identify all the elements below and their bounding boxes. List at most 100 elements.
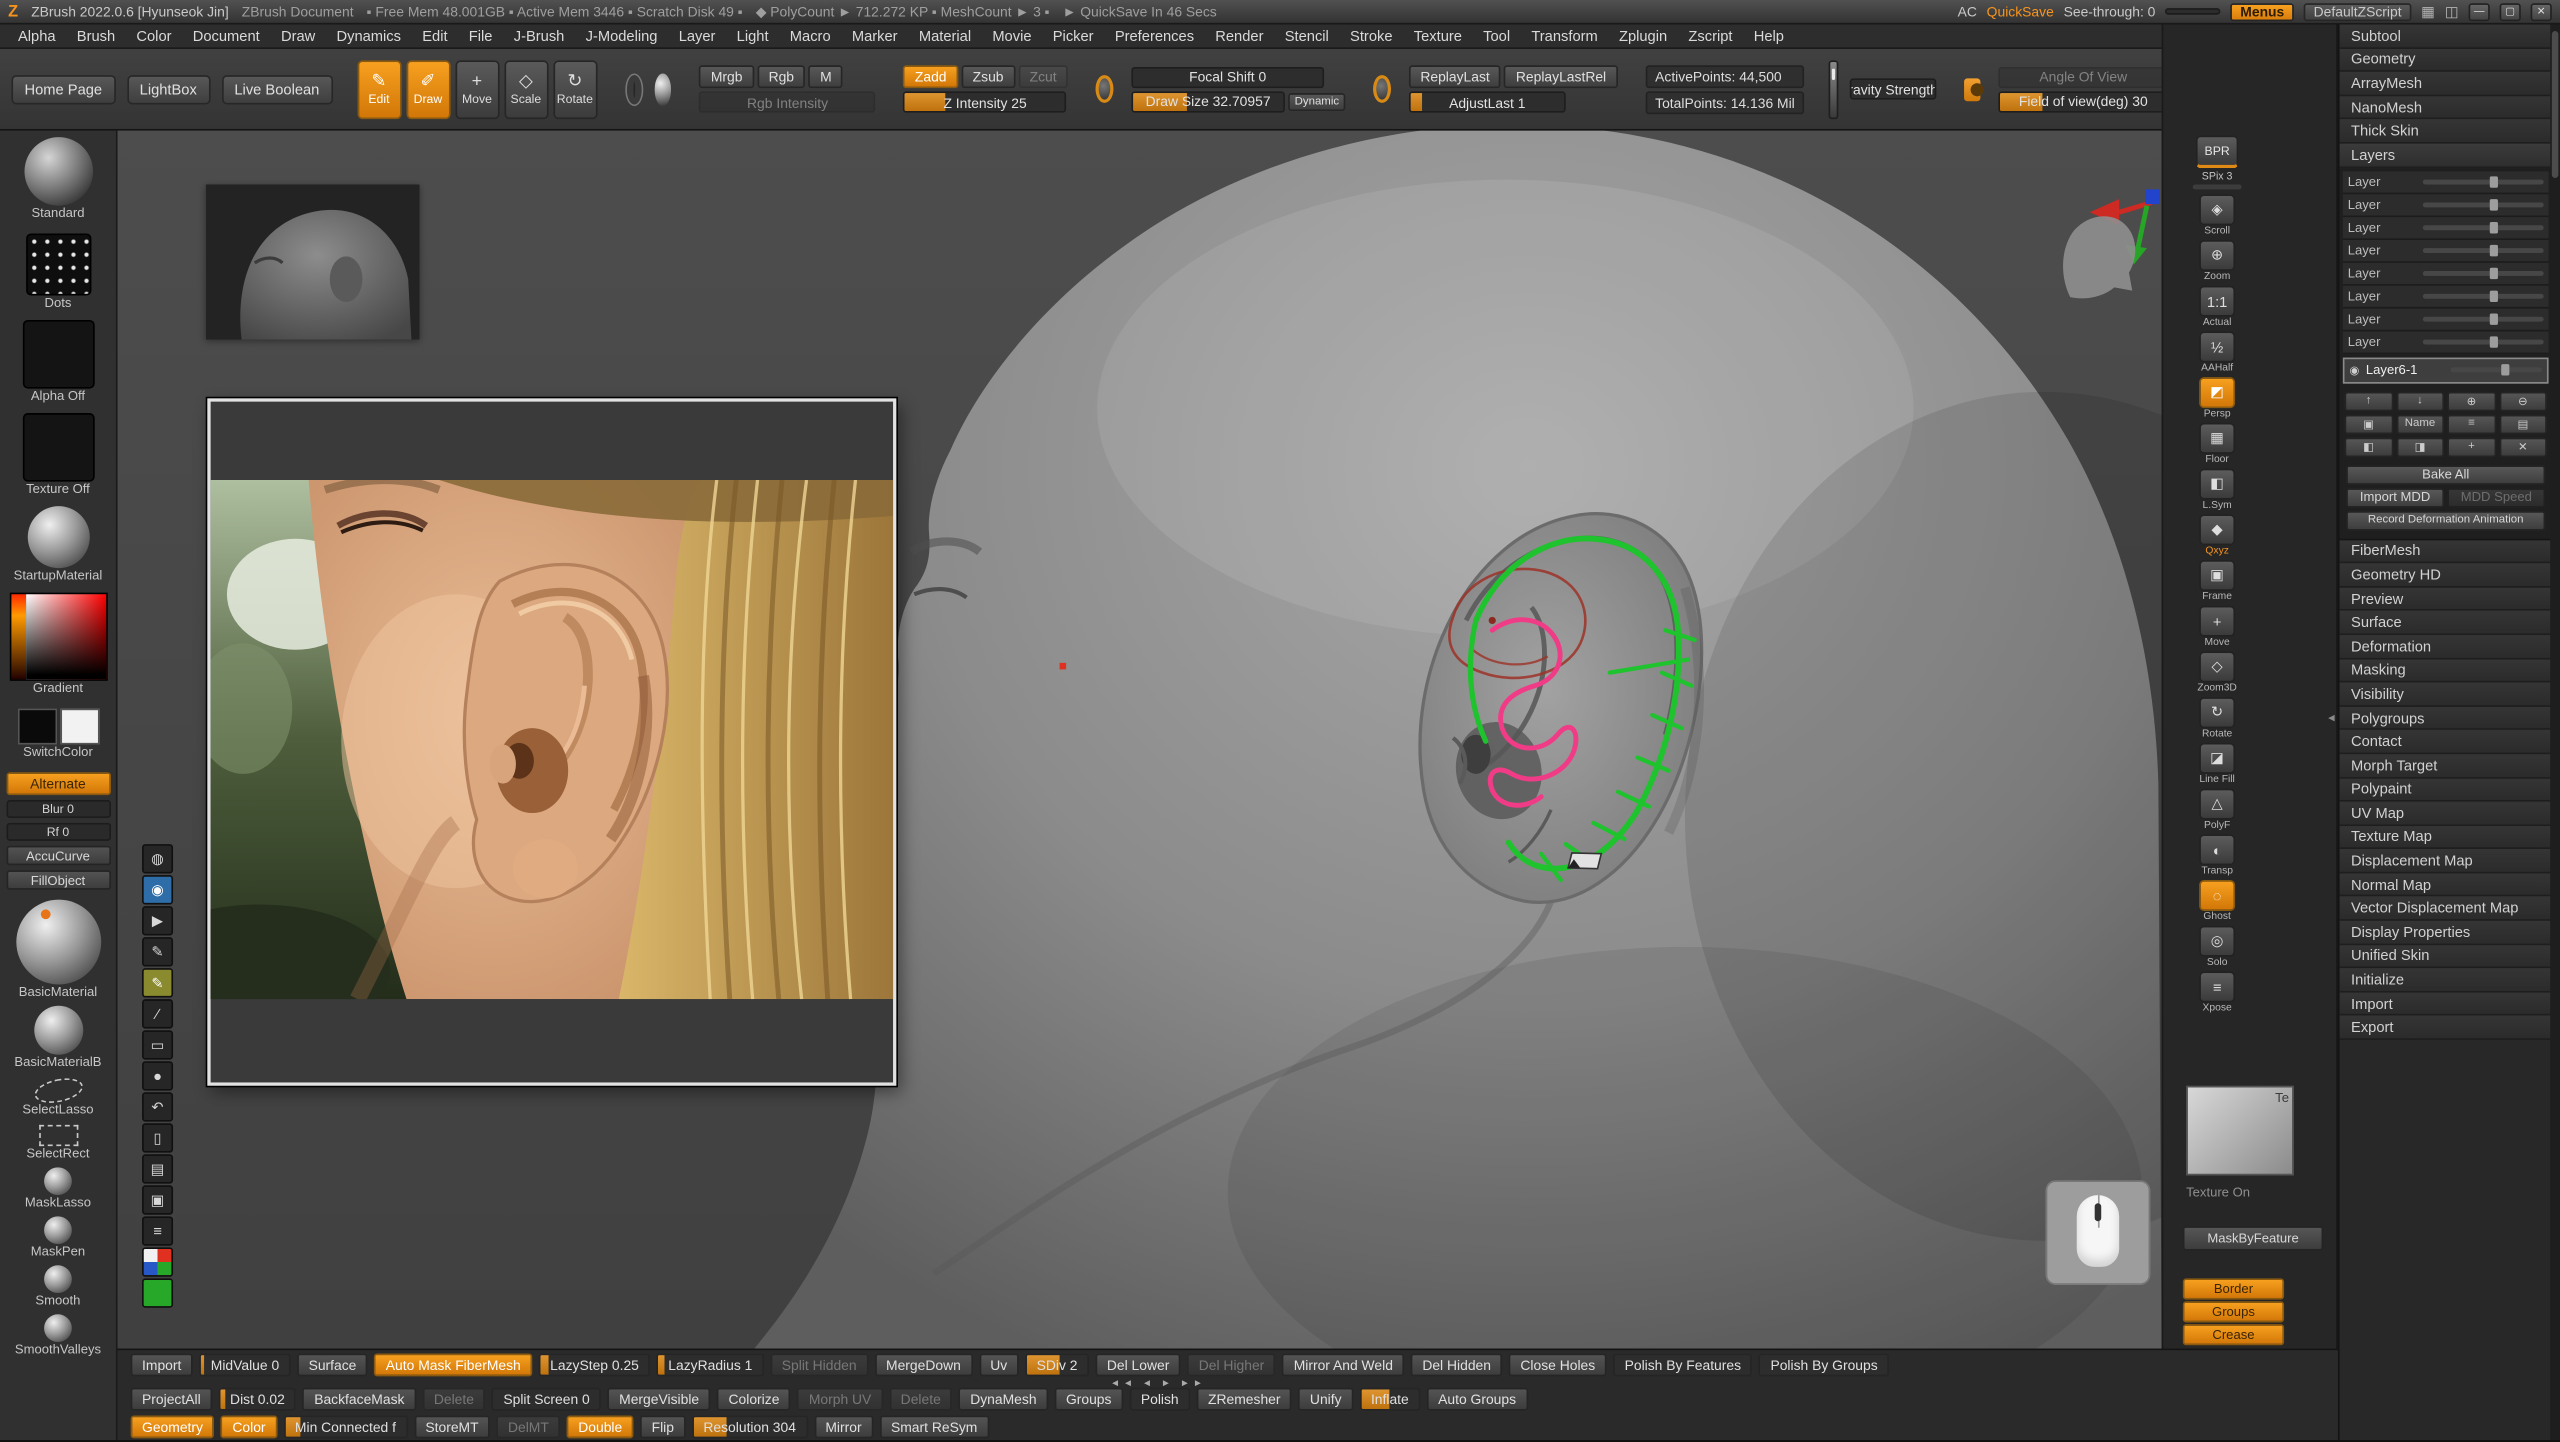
reference-image-panel[interactable] xyxy=(207,398,896,1085)
spix-slider[interactable]: SPix 3 xyxy=(2193,171,2242,189)
layer-intensity-slider[interactable] xyxy=(2423,316,2544,321)
menu-item[interactable]: Help xyxy=(1754,28,1784,44)
palette-header[interactable]: NanoMesh xyxy=(2340,96,2552,120)
basic-material-icon[interactable] xyxy=(16,900,101,985)
menu-item[interactable]: J-Modeling xyxy=(586,28,658,44)
selected-layer-row[interactable]: ◉ Layer6-1 xyxy=(2343,357,2549,383)
bottom-bar-item[interactable]: Auto Mask FiberMesh xyxy=(374,1353,532,1376)
z-intensity-slider[interactable]: Z Intensity 25 xyxy=(903,91,1066,112)
layer-tool-button[interactable]: ↑ xyxy=(2344,391,2392,411)
rgb-button[interactable]: Rgb xyxy=(757,65,805,88)
close-button[interactable]: ✕ xyxy=(2531,2,2552,20)
bottom-bar-item[interactable]: Uv xyxy=(979,1353,1019,1376)
bottom-bar-item[interactable]: Groups xyxy=(1055,1387,1123,1410)
xpose-button[interactable]: ≡ Xpose xyxy=(2199,971,2235,1013)
ghost-button[interactable]: ◌ Ghost xyxy=(2199,880,2235,922)
solo-button[interactable]: ◎ Solo xyxy=(2199,926,2235,968)
bottom-bar-item[interactable]: Dist 0.02 xyxy=(219,1387,297,1410)
stroke-type-icon[interactable] xyxy=(25,233,90,295)
border-button[interactable]: Border xyxy=(2183,1278,2284,1299)
linefill-button[interactable]: ◪ Line Fill xyxy=(2199,743,2235,785)
menu-item[interactable]: Texture xyxy=(1414,28,1462,44)
menus-button[interactable]: Menus xyxy=(2231,2,2295,20)
bottom-bar-item[interactable]: Del Lower xyxy=(1095,1353,1180,1376)
layer-intensity-slider[interactable] xyxy=(2423,202,2544,207)
stroke-preview-icon[interactable] xyxy=(625,73,644,106)
undo-icon[interactable]: ↶ xyxy=(142,1092,173,1121)
menu-item[interactable]: Zplugin xyxy=(1619,28,1667,44)
menu-item[interactable]: Macro xyxy=(790,28,831,44)
select-rect-icon[interactable] xyxy=(38,1125,77,1146)
alpha-icon[interactable] xyxy=(22,320,94,389)
layers-palette-header[interactable]: Layers xyxy=(2340,144,2552,168)
palette-header[interactable]: Polygroups xyxy=(2340,706,2552,730)
current-brush-icon[interactable] xyxy=(24,137,93,206)
bottom-bar-item[interactable]: Del Hidden xyxy=(1411,1353,1503,1376)
layer-row[interactable]: Layer xyxy=(2343,262,2549,285)
zoom3d-button[interactable]: ◇ Zoom3D xyxy=(2197,651,2236,693)
mask-lasso-icon[interactable] xyxy=(44,1167,72,1195)
palette-header[interactable]: Export xyxy=(2340,1016,2552,1040)
layer-tool-button[interactable]: Name xyxy=(2396,414,2444,434)
palette-header[interactable]: Geometry HD xyxy=(2340,564,2552,588)
zoom-button[interactable]: ⊕ Zoom xyxy=(2199,240,2235,282)
menu-item[interactable]: Render xyxy=(1215,28,1263,44)
mrgb-button[interactable]: Mrgb xyxy=(699,65,753,88)
rf-slider[interactable]: Rf 0 xyxy=(6,823,110,841)
layer-row[interactable]: Layer xyxy=(2343,285,2549,308)
palette-header[interactable]: Contact xyxy=(2340,730,2552,754)
palette-header[interactable]: Thick Skin xyxy=(2340,120,2552,144)
palette-header[interactable]: Polypaint xyxy=(2340,778,2552,802)
bottom-bar-item[interactable]: Double xyxy=(567,1416,634,1439)
image-icon[interactable]: ▣ xyxy=(142,1185,173,1214)
palette-header[interactable]: Unified Skin xyxy=(2340,945,2552,969)
bottom-bar-item[interactable]: MergeDown xyxy=(875,1353,973,1376)
bottom-bar-item[interactable]: ProjectAll xyxy=(131,1387,212,1410)
layer-tool-button[interactable]: ⊕ xyxy=(2447,391,2495,411)
layer-intensity-slider[interactable] xyxy=(2423,225,2544,230)
mask-pen-icon[interactable] xyxy=(44,1216,72,1244)
draw-size-slider[interactable]: Draw Size 32.70957 xyxy=(1131,91,1284,112)
menu-item[interactable]: Brush xyxy=(77,28,115,44)
bake-all-button[interactable]: Bake All xyxy=(2346,465,2545,485)
menu-item[interactable]: File xyxy=(469,28,493,44)
layer-intensity-slider[interactable] xyxy=(2423,339,2544,344)
bottom-bar-item[interactable]: BackfaceMask xyxy=(303,1387,416,1410)
rotate-3d-button[interactable]: ↻ Rotate xyxy=(2199,697,2235,739)
layer-tool-button[interactable]: ▣ xyxy=(2344,414,2392,434)
menu-item[interactable]: Stencil xyxy=(1285,28,1329,44)
palette-header[interactable]: Geometry xyxy=(2340,48,2552,72)
bottom-bar-item[interactable]: StoreMT xyxy=(414,1416,490,1439)
transp-button[interactable]: ◐ Transp xyxy=(2199,834,2235,876)
bpr-button[interactable]: BPR xyxy=(2196,136,2238,169)
crease-button[interactable]: Crease xyxy=(2183,1324,2284,1345)
blur-slider[interactable]: Blur 0 xyxy=(6,800,110,818)
default-zscript-button[interactable]: DefaultZScript xyxy=(2304,2,2412,20)
menu-item[interactable]: J-Brush xyxy=(514,28,565,44)
layer-tool-button[interactable]: ◨ xyxy=(2396,437,2444,457)
move-3d-button[interactable]: + Move xyxy=(2199,606,2235,648)
startup-material-icon[interactable] xyxy=(27,506,89,568)
layer-row[interactable]: Layer xyxy=(2343,171,2549,194)
menu-item[interactable]: Movie xyxy=(992,28,1031,44)
record-deformation-button[interactable]: Record Deformation Animation xyxy=(2346,510,2545,530)
layer-intensity-slider[interactable] xyxy=(2423,179,2544,184)
menu-item[interactable]: Stroke xyxy=(1350,28,1392,44)
bottom-bar-item[interactable]: Import xyxy=(131,1353,193,1376)
switch-color-widget[interactable] xyxy=(17,709,99,745)
see-through-slider[interactable] xyxy=(2165,8,2221,15)
alternate-button[interactable]: Alternate xyxy=(6,772,110,795)
menu-item[interactable]: Color xyxy=(136,28,171,44)
actual-button[interactable]: 1:1 Actual xyxy=(2199,286,2235,328)
layer-tool-button[interactable]: ◧ xyxy=(2344,437,2392,457)
hue-strip[interactable] xyxy=(11,594,26,679)
palette-header[interactable]: Vector Displacement Map xyxy=(2340,897,2552,921)
bottom-bar-item[interactable]: DynaMesh xyxy=(959,1387,1048,1410)
menu-item[interactable]: Layer xyxy=(679,28,716,44)
replay-last-rel-button[interactable]: ReplayLastRel xyxy=(1504,65,1617,88)
bottom-bar-item[interactable]: Auto Groups xyxy=(1427,1387,1528,1410)
bottom-bar-item[interactable]: Colorize xyxy=(717,1387,791,1410)
fill-object-button[interactable]: FillObject xyxy=(6,870,110,890)
saturation-square[interactable] xyxy=(25,594,105,679)
menu-item[interactable]: Marker xyxy=(852,28,898,44)
